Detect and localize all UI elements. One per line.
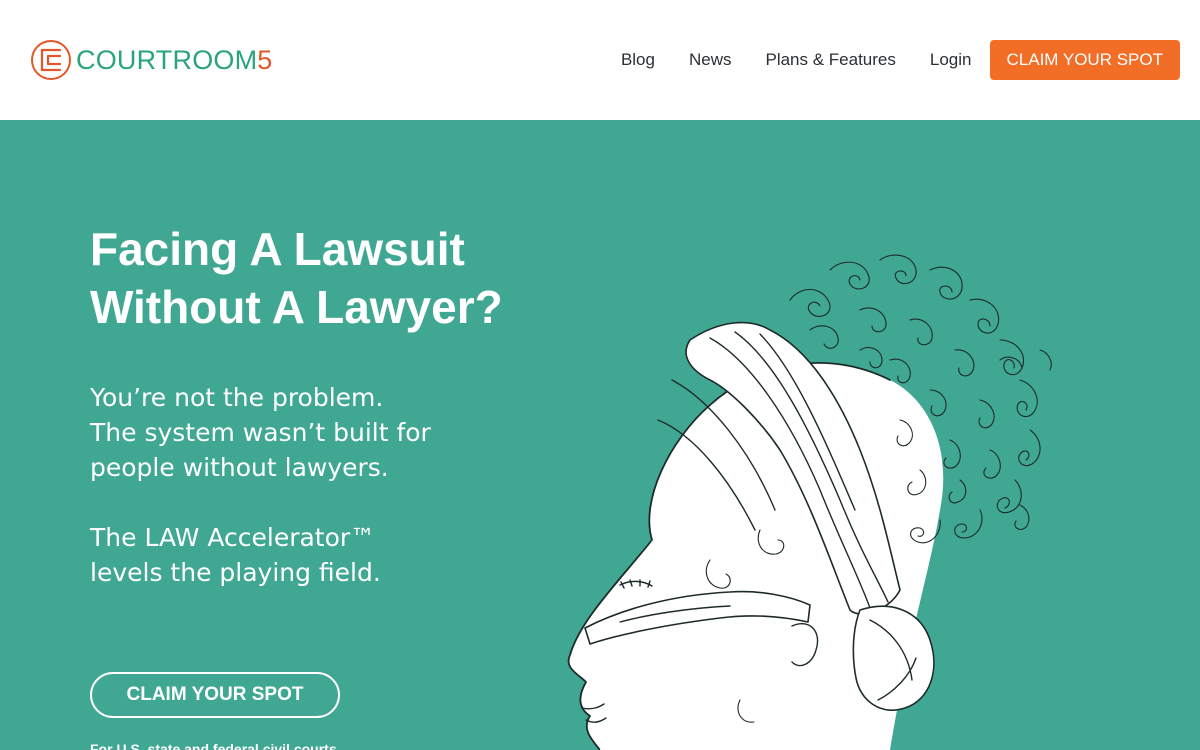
nav-link-login[interactable]: Login [930,50,972,70]
hero-claim-your-spot-button[interactable]: CLAIM YOUR SPOT [90,672,340,718]
headline-line-2: Without A Lawyer? [90,281,503,333]
logo-emblem-icon [31,40,71,80]
logo-number-text: 5 [257,44,273,75]
site-header: COURTROOM5 Blog News Plans & Features Lo… [0,0,1200,120]
subtext-line: people without lawyers. [90,453,389,482]
logo-wordmark: COURTROOM5 [76,44,273,75]
subtext-line: The LAW Accelerator™ [90,523,376,552]
hero-subtext-problem: You’re not the problem. The system wasn’… [90,380,510,485]
courtroom5-logo[interactable]: COURTROOM5 [30,38,273,82]
subtext-line: levels the playing field. [90,558,381,587]
hero-section: Facing A Lawsuit Without A Lawyer? You’r… [0,120,1200,750]
nav-link-blog[interactable]: Blog [621,50,655,70]
blindfolded-woman-illustration [567,254,1052,750]
subtext-line: The system wasn’t built for [90,418,431,447]
hero-footnote: For U.S. state and federal civil courts [90,741,337,750]
logo-brand-text: COURTROOM [76,44,258,75]
hero-subtext-accelerator: The LAW Accelerator™ levels the playing … [90,520,510,590]
subtext-line: You’re not the problem. [90,383,384,412]
main-nav: Blog News Plans & Features Login CLAIM Y… [621,40,1180,80]
nav-link-plans-features[interactable]: Plans & Features [765,50,895,70]
hero-headline: Facing A Lawsuit Without A Lawyer? [90,220,560,336]
nav-link-news[interactable]: News [689,50,732,70]
headline-line-1: Facing A Lawsuit [90,223,465,275]
claim-your-spot-button[interactable]: CLAIM YOUR SPOT [989,40,1180,80]
